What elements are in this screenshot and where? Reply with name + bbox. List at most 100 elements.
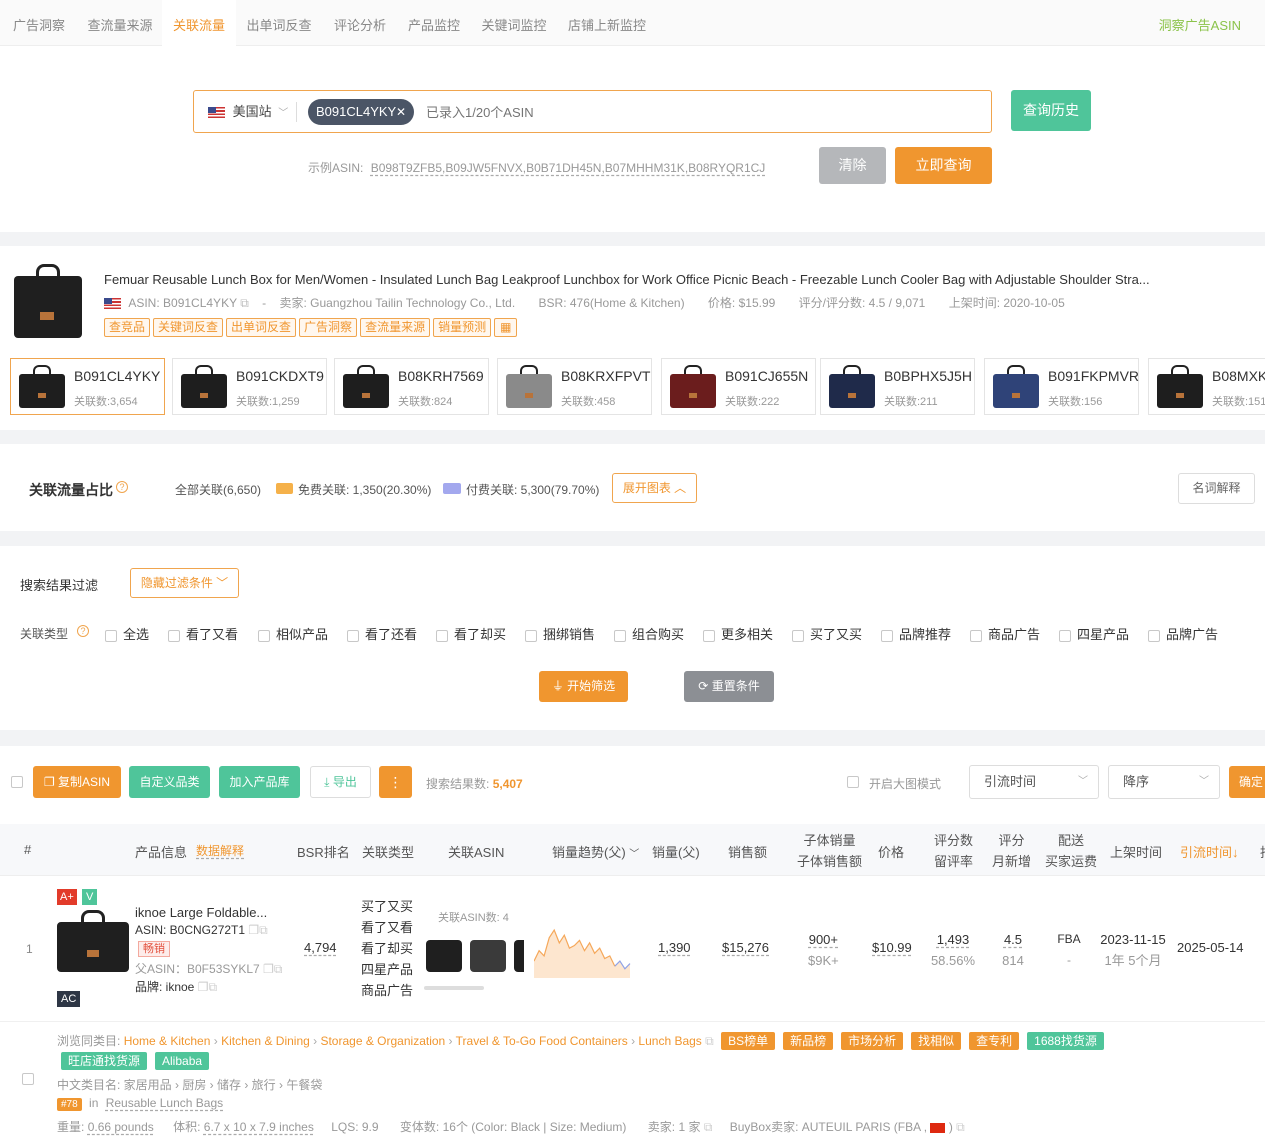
- copy-icon[interactable]: ❐: [198, 980, 209, 994]
- breadcrumb-link[interactable]: Home & Kitchen: [124, 1034, 211, 1048]
- type-option[interactable]: 看了又看: [168, 624, 238, 643]
- type-option[interactable]: 全选: [105, 624, 149, 643]
- help-icon[interactable]: ?: [116, 481, 128, 493]
- asin-input[interactable]: [426, 101, 966, 123]
- assoc-asin-images[interactable]: [424, 932, 524, 972]
- detail-tag[interactable]: BS榜单: [721, 1032, 776, 1050]
- external-link-icon[interactable]: ⧉: [259, 923, 268, 937]
- tab-ad-insight[interactable]: 广告洞察: [0, 0, 78, 46]
- ad-asin-link[interactable]: 洞察广告ASIN: [1159, 0, 1241, 52]
- rank-category-link[interactable]: Reusable Lunch Bags: [106, 1096, 223, 1110]
- breadcrumb-link[interactable]: Travel & To-Go Food Containers: [456, 1034, 628, 1048]
- type-checkbox[interactable]: [347, 629, 359, 642]
- breadcrumb-link[interactable]: Kitchen & Dining: [221, 1034, 310, 1048]
- type-option[interactable]: 四星产品: [1059, 624, 1129, 643]
- confirm-button[interactable]: 确定: [1229, 766, 1265, 798]
- external-link-icon[interactable]: ⧉: [274, 962, 283, 976]
- hide-filter-button[interactable]: 隐藏过滤条件 ﹀: [130, 568, 239, 598]
- asin-chip[interactable]: B091CL4YKY ✕: [308, 99, 414, 125]
- variant-card[interactable]: B08MXK 关联数:151: [1148, 358, 1265, 415]
- expand-chart-button[interactable]: 展开图表 ︿: [612, 473, 697, 503]
- variant-card[interactable]: B091CKDXT9 关联数:1,259: [172, 358, 327, 415]
- tab-review-analysis[interactable]: 评论分析: [322, 0, 398, 46]
- type-checkbox[interactable]: [614, 629, 626, 642]
- type-checkbox[interactable]: [105, 629, 117, 642]
- type-option[interactable]: 更多相关: [703, 624, 773, 643]
- type-option[interactable]: 组合购买: [614, 624, 684, 643]
- type-option[interactable]: 商品广告: [970, 624, 1040, 643]
- col-reviews[interactable]: 评分数 留评率: [934, 830, 973, 872]
- data-explain-link[interactable]: 数据解释: [196, 842, 244, 859]
- history-button[interactable]: 查询历史: [1011, 90, 1091, 131]
- detail-tag[interactable]: 新品榜: [783, 1032, 834, 1050]
- type-option[interactable]: 相似产品: [258, 624, 328, 643]
- variant-card[interactable]: B091CL4YKY 关联数:3,654: [10, 358, 165, 415]
- type-option[interactable]: 看了还看: [347, 624, 417, 643]
- query-button[interactable]: 立即查询: [895, 147, 992, 184]
- help-icon[interactable]: ?: [77, 625, 89, 637]
- variant-card[interactable]: B091CJ655N 关联数:222: [661, 358, 816, 415]
- detail-tag[interactable]: Alibaba: [155, 1052, 210, 1070]
- type-option[interactable]: 品牌广告: [1148, 624, 1218, 643]
- col-traffic-time[interactable]: 引流时间↓: [1180, 842, 1239, 861]
- detail-tag[interactable]: 查专利: [969, 1032, 1020, 1050]
- type-option[interactable]: 品牌推荐: [881, 624, 951, 643]
- sort-field-select[interactable]: 引流时间 ﹀: [969, 765, 1099, 799]
- tool-ad-insight[interactable]: 广告洞察: [299, 318, 358, 337]
- col-price[interactable]: 价格: [878, 842, 904, 861]
- copy-asin-button[interactable]: ❐ 复制ASIN: [33, 766, 121, 798]
- type-option[interactable]: 看了却买: [436, 624, 506, 643]
- col-sales[interactable]: 销量(父): [652, 842, 700, 861]
- type-checkbox[interactable]: [1148, 629, 1160, 642]
- asin-search-box[interactable]: 美国站 ﹀ B091CL4YKY ✕: [193, 90, 992, 133]
- external-link-icon[interactable]: ⧉: [240, 296, 249, 310]
- clear-button[interactable]: 清除: [819, 147, 886, 184]
- type-checkbox[interactable]: [1059, 629, 1071, 642]
- breadcrumb-link[interactable]: Storage & Organization: [320, 1034, 445, 1048]
- calculator-icon[interactable]: ▦: [494, 318, 518, 337]
- external-link-icon[interactable]: ⧉: [956, 1120, 965, 1134]
- col-child[interactable]: 子体销量 子体销售额: [797, 830, 862, 872]
- glossary-button[interactable]: 名词解释: [1178, 473, 1255, 504]
- tab-order-keywords[interactable]: 出单词反查: [236, 0, 322, 46]
- col-revenue[interactable]: 销售额: [728, 842, 767, 861]
- tool-order-keywords[interactable]: 出单词反查: [226, 318, 297, 337]
- type-option[interactable]: 买了又买: [792, 624, 862, 643]
- tab-related-traffic[interactable]: 关联流量: [162, 0, 236, 46]
- external-link-icon[interactable]: ⧉: [704, 1120, 713, 1134]
- type-checkbox[interactable]: [436, 629, 448, 642]
- type-checkbox[interactable]: [703, 629, 715, 642]
- copy-icon[interactable]: ❐: [248, 923, 259, 937]
- external-link-icon[interactable]: ⧉: [705, 1034, 714, 1048]
- type-checkbox[interactable]: [168, 629, 180, 642]
- col-bsr[interactable]: BSR排名: [297, 842, 350, 861]
- detail-tag[interactable]: 市场分析: [841, 1032, 904, 1050]
- type-checkbox[interactable]: [258, 629, 270, 642]
- tool-sales-forecast[interactable]: 销量预测: [433, 318, 492, 337]
- bigimg-checkbox[interactable]: [847, 776, 859, 788]
- col-rating[interactable]: 评分 月新增: [992, 830, 1031, 872]
- tool-keyword-reverse[interactable]: 关键词反查: [153, 318, 224, 337]
- type-checkbox[interactable]: [970, 629, 982, 642]
- col-listed[interactable]: 上架时间: [1110, 842, 1162, 861]
- custom-category-button[interactable]: 自定义品类: [129, 766, 210, 798]
- tab-traffic-source[interactable]: 查流量来源: [78, 0, 162, 46]
- marketplace-select[interactable]: 美国站 ﹀: [208, 103, 288, 121]
- example-asin-link[interactable]: B098T9ZFB5,B09JW5FNVX,B0B71DH45N,B07MHHM…: [371, 161, 766, 175]
- type-checkbox[interactable]: [792, 629, 804, 642]
- type-checkbox[interactable]: [525, 629, 537, 642]
- variant-card[interactable]: B08KRH7569 关联数:824: [334, 358, 489, 415]
- export-button[interactable]: ⤓ 导出: [310, 766, 371, 798]
- close-icon[interactable]: ✕: [396, 99, 406, 125]
- select-all-checkbox[interactable]: [11, 776, 23, 788]
- variant-card[interactable]: B08KRXFPVT 关联数:458: [497, 358, 652, 415]
- type-option[interactable]: 捆绑销售: [525, 624, 595, 643]
- detail-tag[interactable]: 旺店通找货源: [61, 1052, 148, 1070]
- col-trend[interactable]: 销量趋势(父) ﹀: [552, 842, 639, 861]
- copy-icon[interactable]: ❐: [263, 962, 274, 976]
- row-checkbox[interactable]: [22, 1073, 34, 1085]
- product-title[interactable]: Femuar Reusable Lunch Box for Men/Women …: [104, 272, 1150, 287]
- tool-traffic-source[interactable]: 查流量来源: [360, 318, 431, 337]
- start-filter-button[interactable]: ⏚ 开始筛选: [539, 671, 628, 702]
- sort-order-select[interactable]: 降序 ﹀: [1108, 765, 1220, 799]
